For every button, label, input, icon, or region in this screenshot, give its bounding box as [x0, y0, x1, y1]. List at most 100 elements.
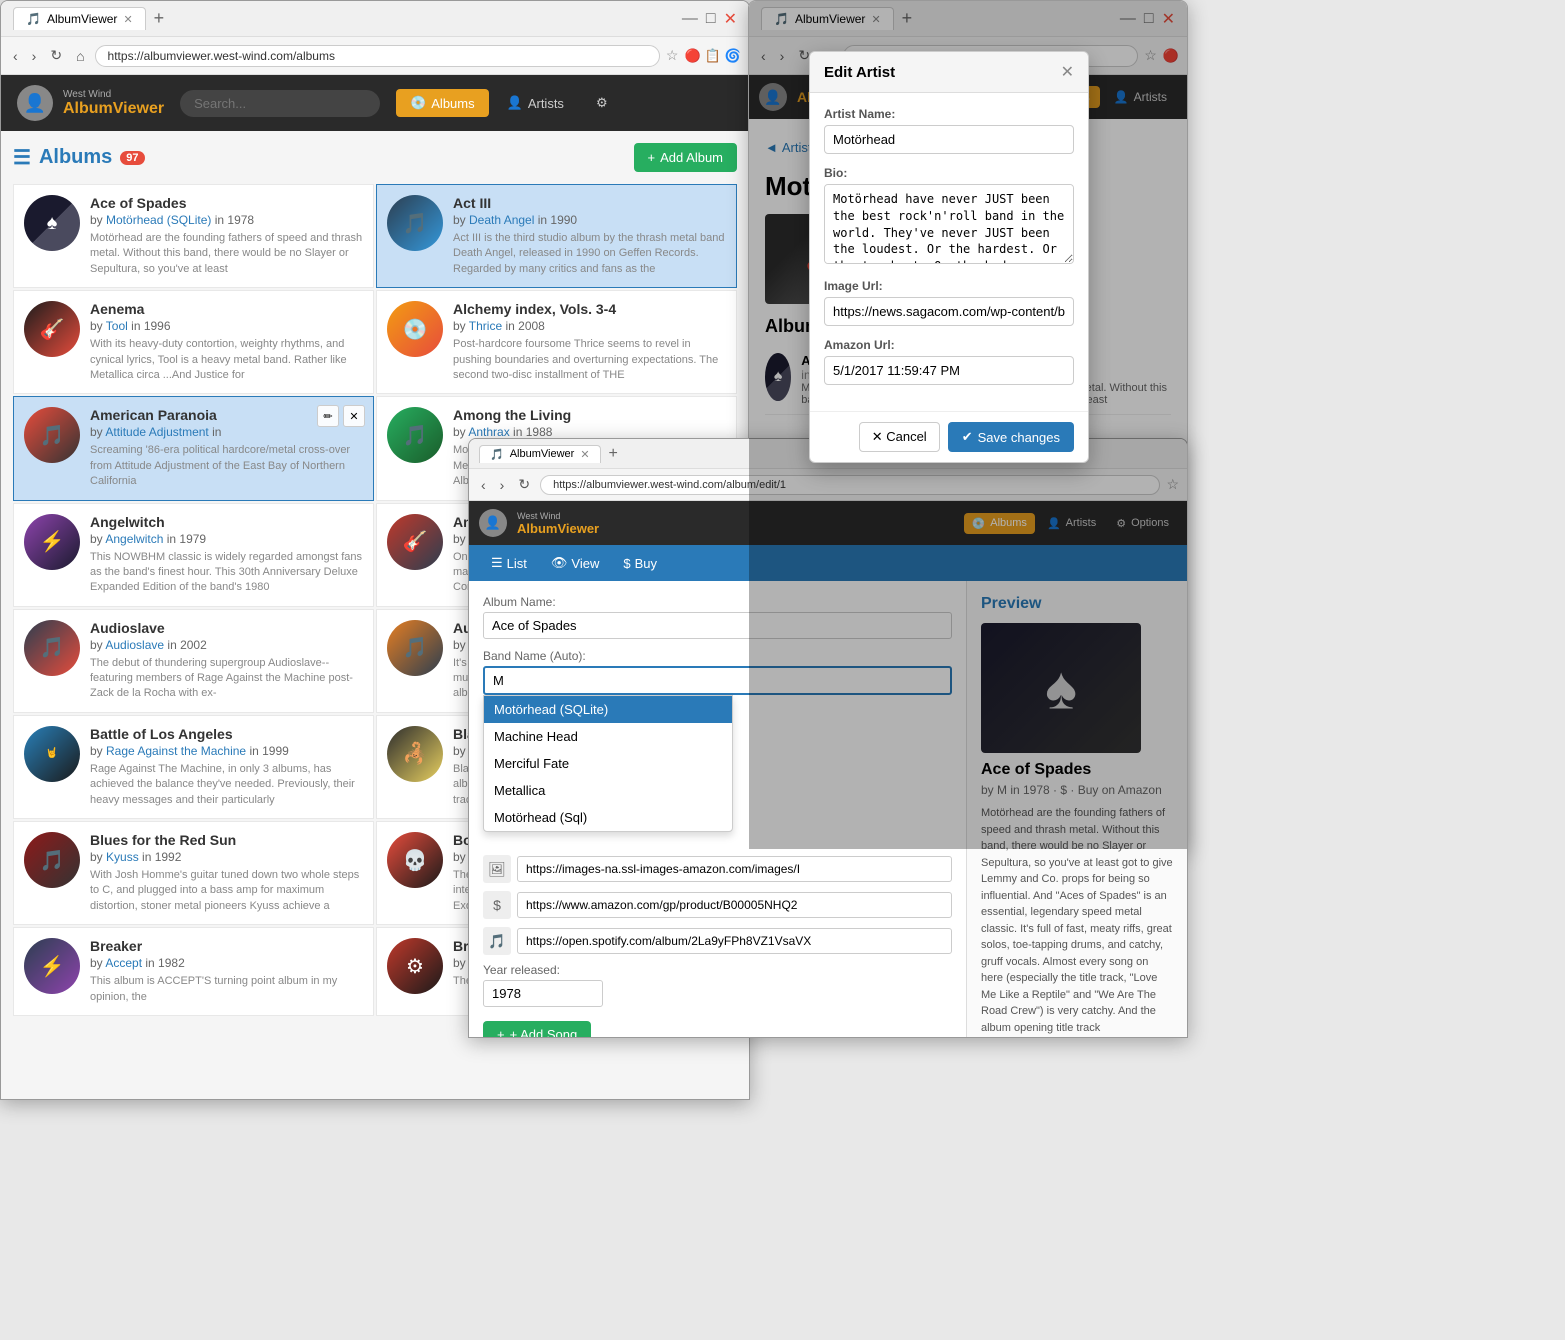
buy-toolbar-btn[interactable]: $ Buy — [613, 552, 667, 575]
albums-nav-label: Albums — [431, 96, 474, 111]
modal-overlay[interactable]: Edit Artist ✕ Artist Name: Bio: Motörhea… — [749, 1, 1187, 849]
url-fields-section: 🖼 $ 🎵 — [483, 855, 952, 955]
album-thumb-among: 🎵 — [387, 407, 443, 463]
amazon-url-input[interactable] — [824, 356, 1074, 385]
nav-artists-tab[interactable]: 👤 Artists — [493, 89, 578, 117]
autocomplete-item-metallica[interactable]: Metallica — [484, 777, 732, 804]
album-card-alchemy[interactable]: 💿 Alchemy index, Vols. 3-4 by Thrice in … — [376, 290, 737, 394]
album-card-american[interactable]: 🎵 American Paranoia by Attitude Adjustme… — [13, 396, 374, 500]
new-tab-edit-btn[interactable]: + — [609, 445, 618, 463]
album-card-act-iii[interactable]: 🎵 Act III by Death Angel in 1990 Act III… — [376, 184, 737, 288]
albums-heading: Albums — [39, 146, 112, 169]
album-title-ace: Ace of Spades — [90, 195, 363, 211]
album-thumb-aenema: 🎸 — [24, 301, 80, 357]
album-title-alchemy: Alchemy index, Vols. 3-4 — [453, 301, 726, 317]
edit-artist-dialog: Edit Artist ✕ Artist Name: Bio: Motörhea… — [809, 51, 1089, 463]
album-title-breaker: Breaker — [90, 938, 363, 954]
view-toolbar-btn[interactable]: 👁 View — [541, 551, 609, 575]
add-song-btn[interactable]: + + Add Song — [483, 1021, 591, 1038]
browser-tab-albums[interactable]: 🎵 AlbumViewer ✕ — [13, 7, 146, 30]
minimize-btn[interactable]: — — [682, 10, 698, 28]
nav-options-tab[interactable]: ⚙ — [582, 89, 622, 117]
save-changes-btn[interactable]: ✔ Save changes — [948, 422, 1074, 452]
app-header-albums: 👤 West Wind AlbumViewer 💿 Albums 👤 Artis… — [1, 75, 749, 131]
amazon-url-field[interactable] — [517, 892, 952, 918]
artist-link-battle[interactable]: Rage Against the Machine — [106, 744, 246, 758]
list-toolbar-label: List — [507, 556, 527, 571]
home-btn[interactable]: ⌂ — [72, 46, 88, 66]
artist-link-alchemy[interactable]: Thrice — [469, 319, 502, 333]
spotify-url-field[interactable] — [517, 928, 952, 954]
year-input[interactable] — [483, 980, 603, 1007]
add-icon: + — [648, 150, 656, 165]
dialog-body: Artist Name: Bio: Motörhead have never J… — [810, 93, 1088, 411]
artists-nav-label: Artists — [528, 96, 564, 111]
address-bar[interactable] — [95, 45, 660, 67]
artist-link-ace[interactable]: Motörhead (SQLite) — [106, 213, 211, 227]
search-input[interactable] — [180, 90, 380, 117]
tab-close-edit[interactable]: ✕ — [580, 448, 589, 461]
album-card-battle[interactable]: 🤘 Battle of Los Angeles by Rage Against … — [13, 715, 374, 819]
album-desc-alchemy: Post-hardcore foursome Thrice seems to r… — [453, 337, 726, 383]
back-edit-btn[interactable]: ‹ — [477, 475, 490, 495]
bookmark-icon[interactable]: ☆ — [666, 47, 679, 64]
bio-textarea[interactable]: Motörhead have never JUST been the best … — [824, 184, 1074, 264]
dialog-close-btn[interactable]: ✕ — [1061, 62, 1074, 82]
artist-link-american[interactable]: Attitude Adjustment — [105, 425, 208, 439]
autocomplete-item-machine-head[interactable]: Machine Head — [484, 723, 732, 750]
album-card-angelwitch[interactable]: ⚡ Angelwitch by Angelwitch in 1979 This … — [13, 503, 374, 607]
add-song-icon: + — [497, 1027, 505, 1038]
album-title-aenema: Aenema — [90, 301, 363, 317]
autocomplete-item-merciful-fate[interactable]: Merciful Fate — [484, 750, 732, 777]
nav-albums-tab[interactable]: 💿 Albums — [396, 89, 489, 117]
album-title-blues: Blues for the Red Sun — [90, 832, 363, 848]
album-thumb-british: ⚙ — [387, 938, 443, 994]
maximize-btn[interactable]: □ — [706, 10, 716, 28]
albums-nav-icon: 💿 — [410, 95, 426, 111]
artist-link-audio[interactable]: Audioslave — [105, 638, 164, 652]
album-card-aenema[interactable]: 🎸 Aenema by Tool in 1996 With its heavy-… — [13, 290, 374, 394]
image-url-input[interactable] — [824, 297, 1074, 326]
image-url-field[interactable] — [517, 856, 952, 882]
album-card-ace-of-spades[interactable]: ♠ Ace of Spades by Motörhead (SQLite) in… — [13, 184, 374, 288]
artist-name-input[interactable] — [824, 125, 1074, 154]
year-row: Year released: — [483, 963, 952, 1007]
cancel-icon: ✕ — [872, 429, 883, 444]
save-icon: ✔ — [962, 429, 973, 445]
album-card-breaker[interactable]: ⚡ Breaker by Accept in 1982 This album i… — [13, 927, 374, 1016]
close-window-btn[interactable]: ✕ — [724, 9, 737, 29]
artist-browser-window: 🎵 AlbumViewer ✕ + — □ ✕ ‹ › ↻ ⌂ ☆ 🔴 👤 Al… — [748, 0, 1188, 850]
new-tab-btn[interactable]: + — [154, 8, 165, 29]
cancel-btn[interactable]: ✕ Cancel — [859, 422, 940, 452]
main-nav: 💿 Albums 👤 Artists ⚙ — [396, 89, 622, 117]
back-btn[interactable]: ‹ — [9, 46, 22, 66]
artist-link-breaker[interactable]: Accept — [105, 956, 142, 970]
artist-link-act[interactable]: Death Angel — [469, 213, 534, 227]
edit-card-btn[interactable]: ✏ — [317, 405, 339, 427]
ext-icon-2: 📋 — [705, 48, 721, 64]
artist-link-aenema[interactable]: Tool — [106, 319, 128, 333]
forward-btn[interactable]: › — [28, 46, 41, 66]
reload-btn[interactable]: ↻ — [46, 45, 66, 66]
browser-tab-edit[interactable]: 🎵 AlbumViewer ✕ — [479, 445, 601, 463]
autocomplete-item-motorhead-sql[interactable]: Motörhead (SQLite) — [484, 696, 732, 723]
artist-link-blues[interactable]: Kyuss — [106, 850, 139, 864]
reload-edit-btn[interactable]: ↻ — [514, 474, 534, 495]
artist-link-angel[interactable]: Angelwitch — [105, 532, 163, 546]
autocomplete-item-motorhead-sql2[interactable]: Motörhead (Sql) — [484, 804, 732, 831]
brand-edit: West Wind — [517, 511, 599, 521]
tab-label-edit: AlbumViewer — [510, 448, 575, 460]
tab-favicon-edit: 🎵 — [490, 448, 504, 461]
forward-edit-btn[interactable]: › — [496, 475, 509, 495]
album-meta-act: by Death Angel in 1990 — [453, 213, 726, 227]
artists-nav-icon: 👤 — [507, 95, 523, 111]
image-url-row: 🖼 — [483, 855, 952, 883]
close-card-btn[interactable]: ✕ — [343, 405, 365, 427]
album-thumb-act: 🎵 — [387, 195, 443, 251]
tab-close-btn[interactable]: ✕ — [123, 13, 132, 26]
add-album-button[interactable]: + Add Album — [634, 143, 737, 172]
album-thumb-angel: ⚡ — [24, 514, 80, 570]
list-toolbar-btn[interactable]: ☰ List — [481, 551, 537, 575]
album-card-blues[interactable]: 🎵 Blues for the Red Sun by Kyuss in 1992… — [13, 821, 374, 925]
album-card-audioslave[interactable]: 🎵 Audioslave by Audioslave in 2002 The d… — [13, 609, 374, 713]
